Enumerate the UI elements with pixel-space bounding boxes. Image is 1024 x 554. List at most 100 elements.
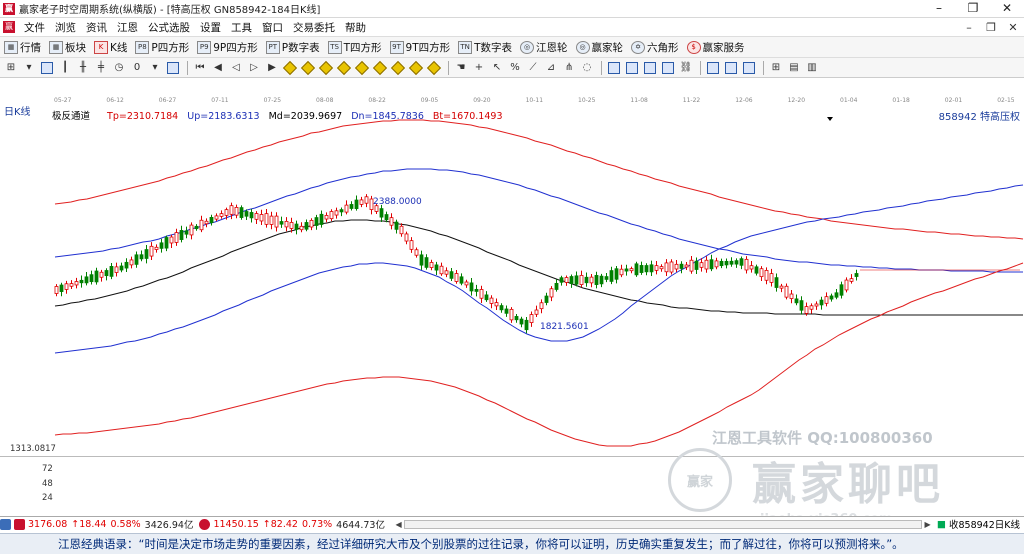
menu-info[interactable]: 资讯 [81,20,112,35]
candle-icon[interactable]: ┃ [57,60,73,76]
toolbar-label: P数字表 [281,41,320,54]
split-icon[interactable]: ▥ [804,60,820,76]
candlestick [809,303,814,314]
toolbar-quotes-button[interactable]: ▦ 行情 [4,40,41,55]
menu-file[interactable]: 文件 [19,20,50,35]
menu-help[interactable]: 帮助 [340,20,371,35]
menu-window[interactable]: 窗口 [257,20,288,35]
fan-icon[interactable]: ⋔ [561,60,577,76]
candlestick [54,284,59,297]
table-icon[interactable] [606,60,622,76]
candle-body [59,284,64,292]
hand-icon[interactable]: ☚ [453,60,469,76]
candlestick [279,216,284,228]
window-icon[interactable] [705,60,721,76]
diamond-icon[interactable] [354,60,370,76]
draw-line-icon[interactable]: ⟋ [525,60,541,76]
zero-icon[interactable]: 0 [129,60,145,76]
report-icon[interactable] [624,60,640,76]
chart-style-icon[interactable] [39,60,55,76]
toolbar-kline-button[interactable]: K K线 [94,40,127,55]
candle-body [789,293,794,299]
diamond-icon[interactable] [426,60,442,76]
toolbar-hexagon-button[interactable]: ✡ 六角形 [631,40,679,55]
prev-icon[interactable]: ◀ [210,60,226,76]
fit-icon[interactable] [165,60,181,76]
menu-trade[interactable]: 交易委托 [288,20,340,35]
dropdown-arrow-icon[interactable]: ▾ [147,60,163,76]
scroll-left-icon[interactable]: ◀ [393,519,404,530]
period-icon[interactable]: ◷ [111,60,127,76]
cursor-icon[interactable]: ↖ [489,60,505,76]
bar-icon[interactable]: ╫ [75,60,91,76]
toolbar-sector-button[interactable]: ▦ 板块 [49,40,86,55]
toolbar-gann-wheel-button[interactable]: ◎ 江恩轮 [520,40,568,55]
ruler-icon[interactable]: ⊿ [543,60,559,76]
candlestick [539,299,544,314]
scroll-track[interactable] [404,519,923,529]
menu-settings[interactable]: 设置 [195,20,226,35]
horizontal-scrollbar[interactable]: ◀ ▶ [393,519,933,530]
dropdown-arrow-icon[interactable]: ▾ [21,60,37,76]
grid-view-icon[interactable]: ⊞ [768,60,784,76]
candlestick [764,267,769,285]
menu-browse[interactable]: 浏览 [50,20,81,35]
next-icon[interactable]: ▶ [264,60,280,76]
scroll-right-icon[interactable]: ▶ [922,519,933,530]
candle-body [689,259,694,272]
candlestick-icon: K [94,40,108,54]
candle-body [114,266,119,273]
mdi-restore-button[interactable]: ❐ [980,21,1002,34]
restore-button[interactable]: ❐ [956,0,990,18]
toolbar-label: 赢家服务 [702,41,745,54]
first-icon[interactable]: ⏮ [192,60,208,76]
diamond-icon[interactable] [408,60,424,76]
circle-tool-icon[interactable]: ◌ [579,60,595,76]
toolbar-winner-wheel-button[interactable]: ◎ 赢家轮 [575,40,623,55]
toolbar-t-square-button[interactable]: TS T四方形 [327,40,382,55]
percent-icon[interactable]: % [507,60,523,76]
toolbar-service-button[interactable]: $ 赢家服务 [686,40,745,55]
sh-index[interactable]: 3176.08 ↑18.44 0.58% 3426.94亿 [0,517,193,531]
candle-body [824,296,829,304]
candle-body [164,237,169,249]
toolbar-9t-square-button[interactable]: 9T 9T四方形 [389,40,450,55]
menu-tools[interactable]: 工具 [226,20,257,35]
candlestick [484,291,489,302]
chart-type-icon[interactable]: ╪ [93,60,109,76]
candle-body [54,286,59,294]
sz-index[interactable]: 11450.15 ↑82.42 0.73% 4644.73亿 [199,517,385,531]
diamond-icon[interactable] [282,60,298,76]
diamond-icon[interactable] [336,60,352,76]
print-icon[interactable] [741,60,757,76]
toolbar-p-number-button[interactable]: PT P数字表 [265,40,320,55]
candle-body [649,264,654,273]
toolbar-p-square-button[interactable]: P8 P四方形 [135,40,189,55]
crosshair-icon[interactable]: + [471,60,487,76]
close-button[interactable]: ✕ [990,0,1024,18]
candle-body [724,260,729,266]
toolbar-9p-square-button[interactable]: P9 9P四方形 [197,40,258,55]
menu-formula[interactable]: 公式选股 [143,20,195,35]
candle-body [624,268,629,272]
link-icon[interactable]: ⛓ [678,60,694,76]
candlestick [639,261,644,275]
grid-layout-icon[interactable]: ⊞ [3,60,19,76]
diamond-icon[interactable] [390,60,406,76]
diamond-icon[interactable] [372,60,388,76]
export-icon[interactable] [723,60,739,76]
zoom-in-icon[interactable]: ▷ [246,60,262,76]
mdi-minimize-button[interactable]: – [958,21,980,34]
mdi-close-button[interactable]: ✕ [1002,21,1024,34]
zoom-out-icon[interactable]: ◁ [228,60,244,76]
diamond-icon[interactable] [318,60,334,76]
diamond-icon[interactable] [300,60,316,76]
dollar-icon: $ [686,40,701,54]
window-controls: – ❐ ✕ [922,0,1024,18]
calendar-icon[interactable] [660,60,676,76]
layout-icon[interactable]: ▤ [786,60,802,76]
data-icon[interactable] [642,60,658,76]
toolbar-t-number-button[interactable]: TN T数字表 [458,40,512,55]
minimize-button[interactable]: – [922,0,956,18]
menu-gann[interactable]: 江恩 [112,20,143,35]
